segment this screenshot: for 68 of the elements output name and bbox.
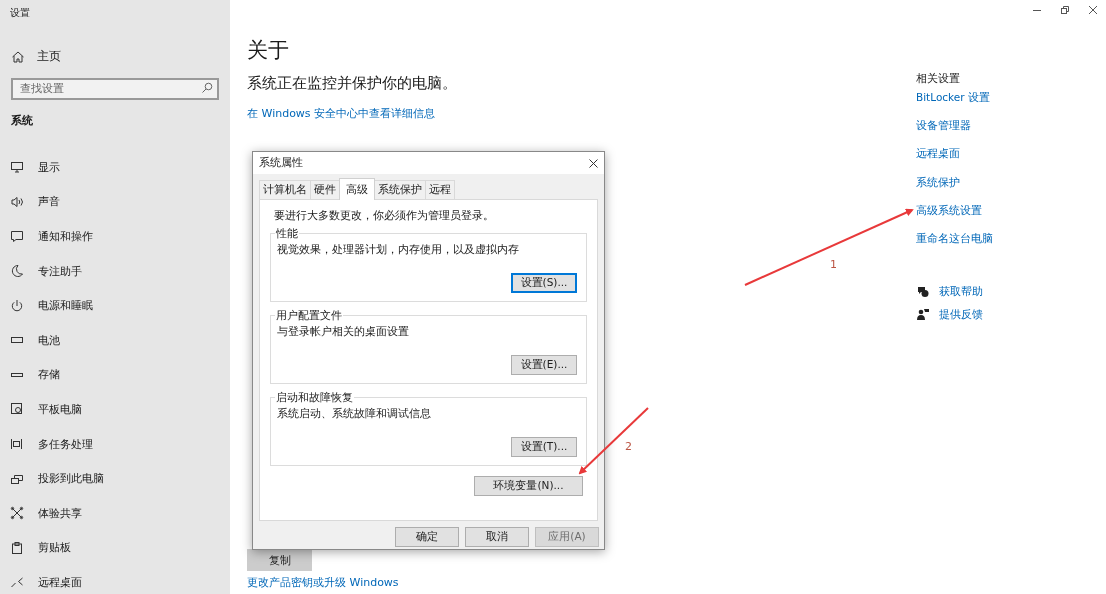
related-link[interactable]: 重命名这台电脑: [916, 231, 993, 261]
group-description: 视觉效果，处理器计划，内存使用，以及虚拟内存: [277, 243, 519, 257]
related-link[interactable]: 远程桌面: [916, 147, 960, 176]
monitor-icon: [10, 160, 24, 175]
annotation-arrow: [578, 407, 649, 475]
search-icon: [201, 82, 213, 94]
sidebar-item[interactable]: 专注助手: [0, 253, 82, 289]
sidebar-item[interactable]: 电池: [0, 322, 60, 358]
environment-variables-button[interactable]: 环境变量(N)...: [474, 476, 583, 496]
restore-icon[interactable]: [1060, 5, 1070, 15]
sidebar-item[interactable]: 远程桌面: [0, 565, 82, 594]
related-link[interactable]: BitLocker 设置: [916, 91, 990, 120]
status-text: 系统正在监控并保护你的电脑。: [247, 74, 457, 93]
share-icon: [10, 506, 24, 521]
sidebar-item[interactable]: 声音: [0, 184, 60, 220]
security-link[interactable]: 在 Windows 安全中心中查看详细信息: [247, 106, 436, 121]
moon-icon: [10, 264, 24, 279]
group-title: 启动和故障恢复: [275, 391, 354, 405]
sidebar-item[interactable]: 存储: [0, 357, 60, 393]
group-title: 性能: [275, 227, 299, 241]
multitask-icon: [10, 437, 24, 452]
sidebar-item[interactable]: 显示: [0, 150, 60, 185]
search-field[interactable]: 查找设置: [11, 77, 219, 100]
page-title: 关于: [247, 37, 289, 64]
help-icon: [916, 285, 929, 299]
annotation-label: 1: [830, 258, 837, 271]
tablet-icon: [10, 402, 24, 417]
settings-button[interactable]: 设置(E)...: [511, 355, 577, 375]
speaker-icon: [10, 194, 24, 209]
sidebar-item[interactable]: 投影到此电脑: [0, 461, 104, 496]
remote-icon: [10, 575, 24, 590]
group-title: 用户配置文件: [275, 309, 343, 323]
upgrade-link[interactable]: 更改产品密钥或升级 Windows: [247, 575, 399, 590]
sidebar-item[interactable]: 剪贴板: [0, 530, 71, 566]
tab[interactable]: 高级: [339, 178, 375, 200]
clipboard-icon: [10, 540, 24, 555]
tab[interactable]: 计算机名: [259, 180, 311, 199]
window-title: 设置: [9, 6, 30, 20]
dialog-title: 系统属性: [259, 156, 303, 170]
sidebar-item[interactable]: 通知和操作: [0, 219, 93, 254]
close-icon[interactable]: [589, 158, 598, 168]
sidebar-item[interactable]: 平板电脑: [0, 392, 82, 427]
feedback-icon: [916, 308, 929, 322]
copy-button[interactable]: 复制: [247, 549, 312, 571]
settings-button[interactable]: 设置(T)...: [511, 437, 577, 457]
message-icon: [10, 229, 24, 244]
help-link[interactable]: 提供反馈: [916, 303, 983, 327]
group-description: 系统启动、系统故障和调试信息: [277, 407, 431, 421]
home-icon: [11, 49, 25, 64]
annotation-label: 2: [625, 440, 632, 453]
notice-text: 要进行大多数更改，你必须作为管理员登录。: [274, 209, 494, 223]
dialog-button[interactable]: 取消: [465, 527, 529, 547]
settings-button[interactable]: 设置(S)...: [511, 273, 577, 293]
sidebar-item[interactable]: 多任务处理: [0, 426, 93, 462]
dialog-button[interactable]: 确定: [395, 527, 459, 547]
related-link[interactable]: 系统保护: [916, 175, 960, 204]
power-icon: [10, 298, 24, 313]
related-link[interactable]: 设备管理器: [916, 119, 971, 148]
sidebar-item[interactable]: 体验共享: [0, 495, 82, 531]
tab[interactable]: 远程: [425, 180, 455, 199]
sidebar-item[interactable]: 电源和睡眠: [0, 288, 93, 323]
home-item[interactable]: 主页: [0, 48, 61, 65]
close-icon[interactable]: [1088, 5, 1098, 15]
group-description: 与登录帐户相关的桌面设置: [277, 325, 409, 339]
related-link[interactable]: 高级系统设置: [916, 203, 982, 232]
help-link[interactable]: 获取帮助: [916, 280, 983, 304]
section-heading: 系统: [10, 113, 33, 128]
related-heading: 相关设置: [916, 72, 960, 86]
